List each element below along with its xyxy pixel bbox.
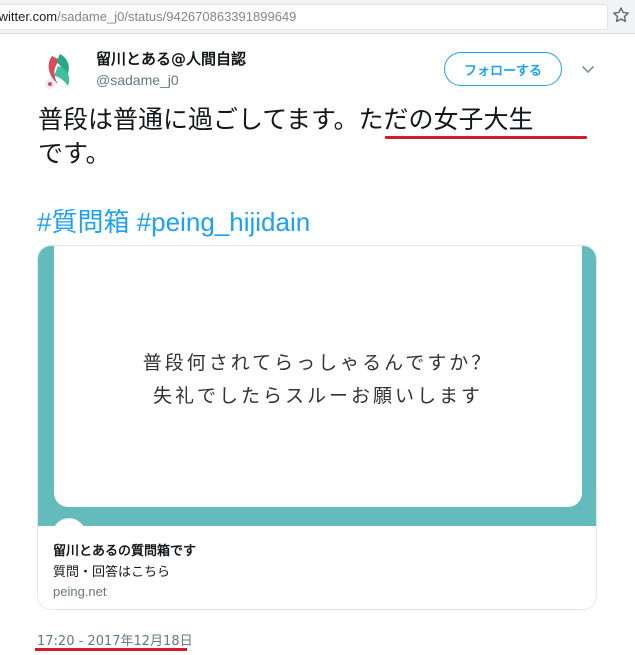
tweet-text-line-2: です。 xyxy=(38,139,111,168)
card-image: 普段何されてらっしゃるんですか？ 失礼でしたらスルーお願いします xyxy=(38,246,596,526)
url-input[interactable]: twitter.com/sadame_j0/status/94267086339… xyxy=(0,4,608,30)
chevron-down-icon[interactable] xyxy=(579,60,597,78)
hashtag-link[interactable]: #peing_hijidain xyxy=(137,207,310,237)
username[interactable]: @sadame_j0 xyxy=(96,72,179,88)
hashtag-separator xyxy=(129,207,136,237)
tweet-text-plain: 普段は普通に過ごしてます。 xyxy=(38,105,359,134)
tweet-text-line-1: 普段は普通に過ごしてます。ただの女子大生 xyxy=(38,103,608,137)
card-description: 質問・回答はこちら xyxy=(53,565,171,580)
timestamp-red-underline xyxy=(35,648,187,651)
card-title: 留川とあるの質問箱です xyxy=(53,544,197,559)
card-domain: peing.net xyxy=(53,584,107,599)
hashtag-link[interactable]: #質問箱 xyxy=(37,207,129,237)
link-card[interactable]: 普段何されてらっしゃるんですか？ 失礼でしたらスルーお願いします 留川とあるの質… xyxy=(37,245,597,610)
hashtags: #質問箱 #peing_hijidain xyxy=(37,202,310,239)
card-question-line-1: 普段何されてらっしゃるんですか？ xyxy=(142,352,494,374)
url-path: /sadame_j0/status/942670863391899649 xyxy=(57,9,297,24)
url-host: twitter.com xyxy=(0,9,58,24)
card-question-line-2: 失礼でしたらスルーお願いします xyxy=(152,385,483,407)
card-body: 留川とあるの質問箱です 質問・回答はこちら peing.net xyxy=(38,526,596,609)
tweet-timestamp[interactable]: 17:20 - 2017年12月18日 xyxy=(37,630,193,649)
browser-address-bar: twitter.com/sadame_j0/status/94267086339… xyxy=(0,0,635,34)
avatar[interactable] xyxy=(38,46,86,94)
follow-button[interactable]: フォローする xyxy=(444,52,562,86)
tweet-text-highlight: ただの女子大生 xyxy=(358,105,534,134)
url-text: twitter.com/sadame_j0/status/94267086339… xyxy=(0,9,296,24)
card-question-panel: 普段何されてらっしゃるんですか？ 失礼でしたらスルーお願いします xyxy=(54,246,582,507)
red-highlight-underline xyxy=(385,136,587,139)
star-icon[interactable] xyxy=(611,5,631,25)
display-name[interactable]: 留川とある@人間自認 xyxy=(96,48,246,69)
avatar-image xyxy=(38,46,86,94)
